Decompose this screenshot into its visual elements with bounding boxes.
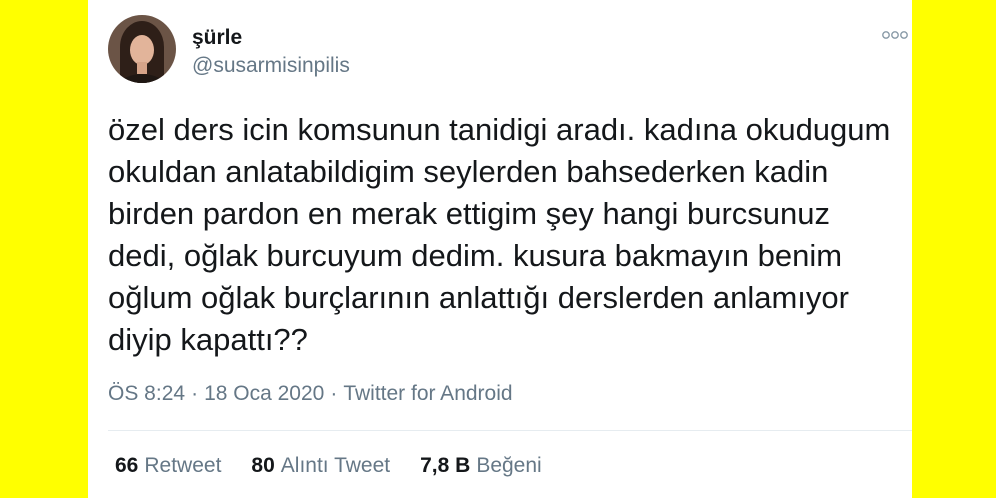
meta-separator: ·: [191, 382, 199, 405]
tweet-text-line: oğlum oğlak burçlarının anlattığı dersle…: [108, 280, 849, 315]
tweet-stats: 66 Retweet 80 Alıntı Tweet 7,8 B Beğeni: [115, 452, 572, 480]
tweet-card: şürle @susarmisinpilis özel ders icin ko…: [88, 0, 912, 498]
divider: [108, 430, 912, 431]
tweet-text-line: diyip kapattı??: [108, 322, 308, 357]
tweet-meta: ÖS 8:24 · 18 Oca 2020 · Twitter for Android: [108, 380, 513, 408]
stat-label: Beğeni: [476, 454, 542, 477]
tweet-text-line: dedi, oğlak burcuyum dedim. kusura bakma…: [108, 238, 843, 273]
like-count-link[interactable]: 7,8 B Beğeni: [420, 452, 542, 480]
stat-value: 80: [251, 454, 275, 477]
tweet-text: özel ders icin komsunun tanidigi aradı. …: [108, 109, 890, 361]
avatar-photo-icon: [108, 15, 176, 83]
stat-value: 7,8 B: [420, 454, 471, 477]
tweet-date-link[interactable]: 18 Oca 2020: [204, 382, 324, 405]
tweet-text-line: birden pardon en merak ettigim şey hangi…: [108, 196, 831, 231]
tweet-time-link[interactable]: ÖS 8:24: [108, 382, 185, 405]
stat-label: Alıntı Tweet: [280, 454, 391, 477]
author-handle[interactable]: @susarmisinpilis: [192, 53, 350, 79]
more-icon[interactable]: [882, 27, 908, 43]
meta-separator: ·: [330, 382, 338, 405]
avatar[interactable]: [108, 15, 176, 83]
quote-tweet-count-link[interactable]: 80 Alıntı Tweet: [251, 452, 390, 480]
tweet-text-line: özel ders icin komsunun tanidigi aradı. …: [108, 112, 891, 147]
stat-label: Retweet: [144, 454, 222, 477]
retweet-count-link[interactable]: 66 Retweet: [115, 452, 221, 480]
stat-value: 66: [115, 454, 139, 477]
author-name[interactable]: şürle: [192, 25, 242, 51]
tweet-text-line: okuldan anlatabildigim seylerden bahsede…: [108, 154, 829, 189]
tweet-source-link[interactable]: Twitter for Android: [343, 382, 512, 405]
